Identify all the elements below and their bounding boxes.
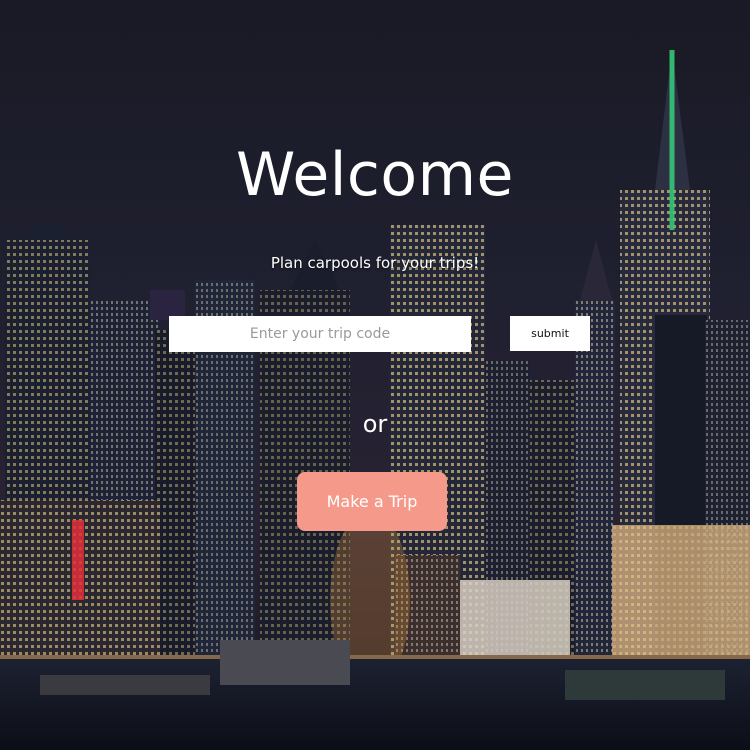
city-skyline-background [0, 50, 750, 750]
make-a-trip-button[interactable]: Make a Trip [297, 472, 447, 531]
or-divider-text: or [362, 410, 388, 438]
tagline: Plan carpools for your trips! [270, 254, 480, 272]
page-title: Welcome [236, 140, 514, 210]
trip-code-input[interactable] [169, 316, 471, 352]
hero-section: Welcome Plan carpools for your trips! su… [0, 0, 750, 750]
submit-button[interactable]: submit [510, 316, 590, 351]
